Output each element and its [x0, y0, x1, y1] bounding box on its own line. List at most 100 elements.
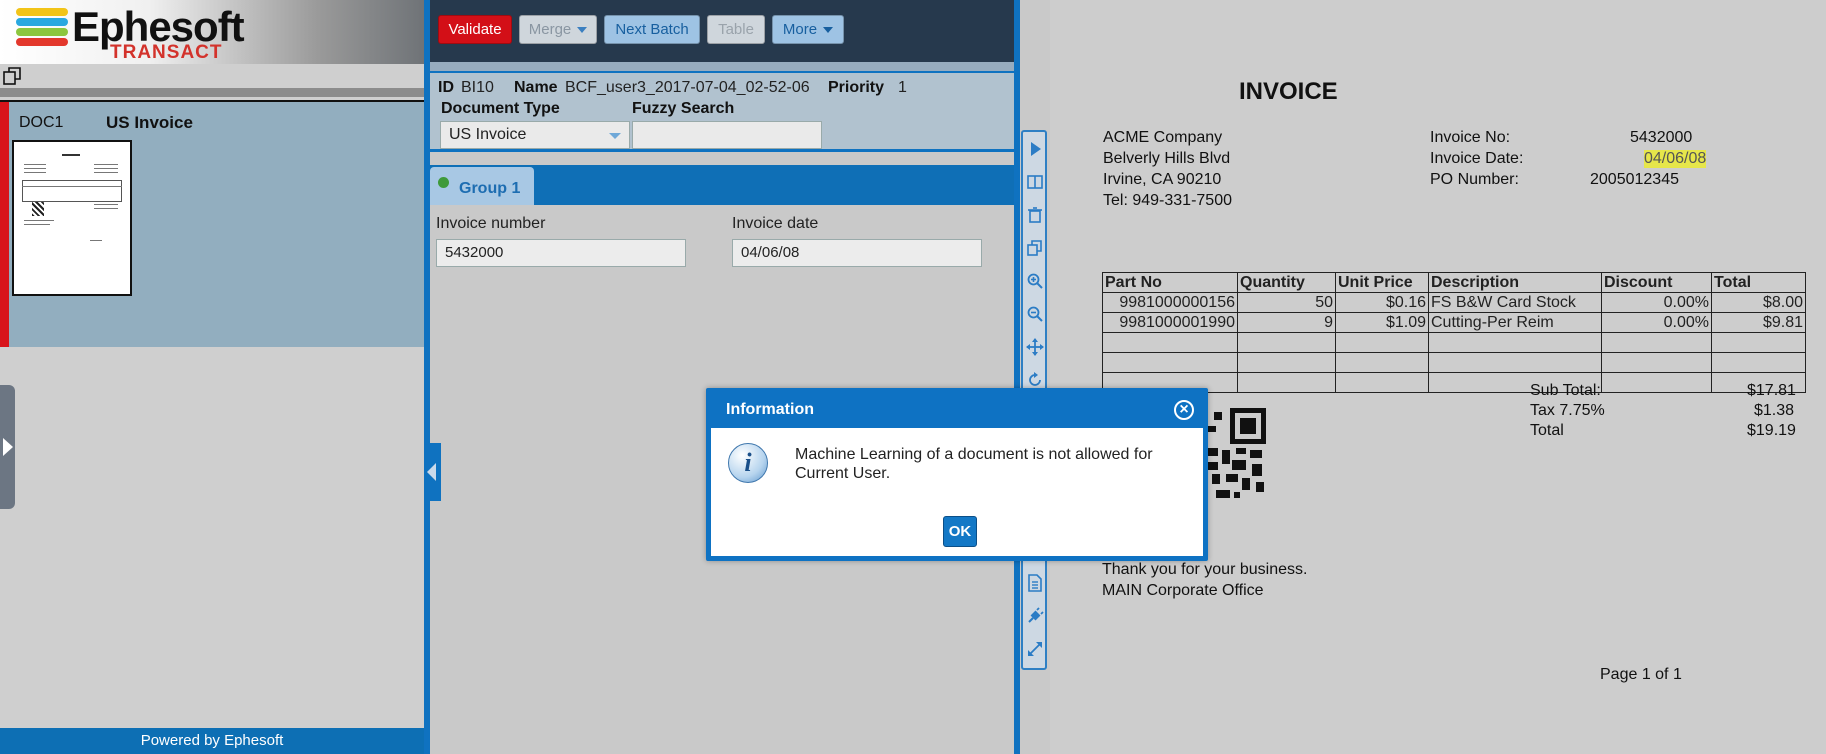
toolbar-divider — [430, 62, 1014, 71]
logo-stripe-yellow — [16, 8, 68, 16]
company-line: Irvine, CA 90210 — [1103, 171, 1222, 188]
logo-area: Ephesoft TRANSACT — [0, 0, 424, 64]
dialog-header: Information × — [711, 393, 1203, 428]
logo-stripe-blue — [16, 18, 68, 26]
table-cell: $1.09 — [1335, 312, 1429, 333]
total-label: Total — [1530, 422, 1564, 439]
move-icon[interactable] — [1026, 338, 1044, 356]
document-id: DOC1 — [19, 114, 64, 131]
chevron-down-icon — [823, 27, 834, 34]
batch-id-label: ID — [438, 79, 454, 96]
subtotal-label: Sub Total: — [1530, 382, 1601, 399]
copy-page-icon[interactable] — [1026, 239, 1044, 257]
table-row: 9981000001990 9 $1.09 Cutting-Per Reim 0… — [1102, 312, 1806, 333]
qr-code-image — [1206, 408, 1266, 498]
document-icon[interactable] — [1026, 574, 1044, 592]
document-type-selected: US Invoice — [449, 126, 527, 143]
document-type-field-label: Document Type — [441, 100, 560, 117]
chevron-down-icon — [609, 133, 621, 139]
table-row-empty — [1102, 352, 1806, 373]
table-cell: 0.00% — [1601, 312, 1712, 333]
table-row-empty — [1102, 332, 1806, 353]
table-header-row: Part No Quantity Unit Price Description … — [1102, 272, 1806, 293]
company-line: Belverly Hills Blvd — [1103, 150, 1231, 167]
more-button-label: More — [782, 21, 818, 38]
document-type-select[interactable]: US Invoice — [440, 121, 630, 149]
delete-icon[interactable] — [1026, 206, 1044, 224]
table-cell: FS B&W Card Stock — [1428, 292, 1602, 313]
table-header: Unit Price — [1335, 272, 1429, 293]
table-button[interactable]: Table — [707, 15, 765, 44]
table-cell: 50 — [1237, 292, 1336, 313]
left-toolbar — [0, 64, 424, 88]
document-viewer[interactable]: INVOICE ACME Company Belverly Hills Blvd… — [1050, 0, 1826, 754]
batch-name-value: BCF_user3_2017-07-04_02-52-06 — [565, 79, 810, 96]
table-header: Discount — [1601, 272, 1712, 293]
subtotal-value: $17.81 — [1747, 382, 1796, 399]
document-error-marker — [0, 102, 9, 347]
invoice-no-value: 5432000 — [1630, 129, 1693, 146]
collapse-arrow-icon — [427, 463, 436, 481]
batch-priority-label: Priority — [828, 79, 885, 96]
table-cell: 9 — [1237, 312, 1336, 333]
plug-icon[interactable] — [1026, 607, 1044, 625]
batch-name-label: Name — [514, 79, 558, 96]
chevron-down-icon — [577, 27, 588, 34]
invoice-date-label-doc: Invoice Date: — [1430, 150, 1524, 167]
table-cell: 0.00% — [1601, 292, 1712, 313]
next-batch-button[interactable]: Next Batch — [604, 15, 700, 44]
left-toolbar-divider — [0, 88, 424, 97]
group-tab-bar: Group 1 — [430, 165, 1014, 205]
invoice-number-input[interactable]: 5432000 — [436, 239, 686, 267]
total-value: $19.19 — [1747, 422, 1796, 439]
split-view-icon[interactable] — [1026, 173, 1044, 191]
table-header: Quantity — [1237, 272, 1336, 293]
document-card[interactable]: DOC1 US Invoice — [0, 100, 424, 347]
fullscreen-icon[interactable] — [1026, 640, 1044, 658]
close-icon[interactable]: × — [1174, 400, 1194, 420]
fuzzy-search-label: Fuzzy Search — [632, 100, 735, 117]
ok-button[interactable]: OK — [943, 516, 977, 547]
invoice-date-label: Invoice date — [732, 215, 819, 232]
invoice-line-table: Part No Quantity Unit Price Description … — [1102, 272, 1806, 393]
table-cell: $9.81 — [1711, 312, 1806, 333]
fuzzy-search-input[interactable] — [632, 121, 822, 149]
action-toolbar: Validate Merge Next Batch Table More — [430, 0, 1014, 62]
more-button[interactable]: More — [772, 15, 844, 44]
table-header: Part No — [1102, 272, 1238, 293]
company-line: Tel: 949-331-7500 — [1103, 192, 1232, 209]
powered-by-footer: Powered by Ephesoft — [0, 728, 424, 754]
table-row: 9981000000156 50 $0.16 FS B&W Card Stock… — [1102, 292, 1806, 313]
po-number-label: PO Number: — [1430, 171, 1519, 188]
merge-button[interactable]: Merge — [519, 15, 597, 44]
invoice-no-label: Invoice No: — [1430, 129, 1511, 146]
tax-label: Tax 7.75% — [1530, 402, 1605, 419]
info-icon: i — [728, 443, 768, 483]
table-cell: $8.00 — [1711, 292, 1806, 313]
batch-info: ID BI10 Name BCF_user3_2017-07-04_02-52-… — [430, 71, 1014, 152]
zoom-in-icon[interactable] — [1026, 272, 1044, 290]
expand-panel-handle[interactable] — [0, 385, 15, 509]
table-cell: 9981000000156 — [1102, 292, 1238, 313]
collapse-panel-handle[interactable] — [424, 443, 441, 501]
invoice-date-input[interactable]: 04/06/08 — [732, 239, 982, 267]
invoice-number-label: Invoice number — [436, 215, 546, 232]
status-dot-icon — [438, 177, 449, 188]
dialog-message: Machine Learning of a document is not al… — [795, 446, 1153, 482]
document-thumbnail[interactable] — [12, 140, 132, 296]
logo-stripe-red — [16, 38, 68, 46]
company-line: ACME Company — [1103, 129, 1223, 146]
thank-you-line: Thank you for your business. — [1102, 561, 1308, 578]
play-icon[interactable] — [1026, 140, 1044, 158]
rotate-icon[interactable] — [1026, 371, 1044, 389]
zoom-out-icon[interactable] — [1026, 305, 1044, 323]
document-type-label: US Invoice — [106, 113, 193, 132]
validate-button[interactable]: Validate — [438, 15, 512, 44]
invoice-date-value-doc: 04/06/08 — [1644, 150, 1707, 168]
table-header: Total — [1711, 272, 1806, 293]
logo-stripe-green — [16, 28, 68, 36]
batch-priority-value: 1 — [898, 79, 907, 96]
logo-subtext: TRANSACT — [110, 42, 223, 63]
copy-pages-icon[interactable] — [2, 66, 24, 86]
tab-group-1[interactable]: Group 1 — [430, 167, 534, 205]
